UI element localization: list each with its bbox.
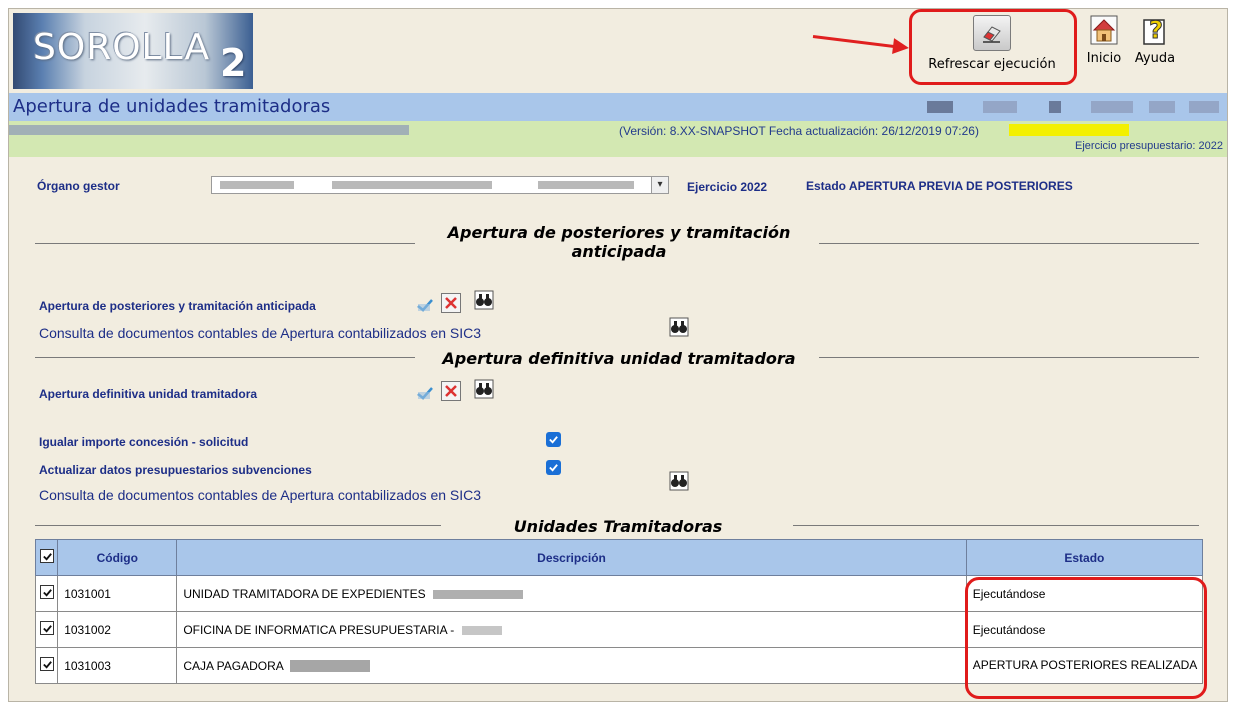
apertura-definitiva-label: Apertura definitiva unidad tramitadora	[39, 387, 258, 401]
divider	[819, 243, 1199, 244]
app-frame: SOROLLA 2 Refrescar ejecución Inicio ? A…	[8, 8, 1228, 702]
version-info: (Versión: 8.XX-SNAPSHOT Fecha actualizac…	[619, 124, 979, 138]
select-all-checkbox[interactable]	[39, 549, 54, 563]
divider	[793, 525, 1199, 526]
divider	[819, 357, 1199, 358]
home-icon	[1089, 15, 1119, 45]
header: SOROLLA 2 Refrescar ejecución Inicio ? A…	[9, 9, 1227, 91]
codigo-cell: 1031001	[57, 575, 178, 612]
actualizar-datos-label: Actualizar datos presupuestarios subvenc…	[39, 463, 312, 477]
codigo-header[interactable]: Código	[57, 539, 178, 576]
section-title-unidades: Unidades Tramitadoras	[513, 517, 723, 536]
unidades-table: Código Descripción Estado 1031001 UNIDAD…	[34, 539, 1204, 684]
redacted-block	[1149, 101, 1175, 113]
refresh-highlight-annotation	[909, 9, 1077, 85]
redacted-breadcrumb	[9, 125, 409, 135]
descripcion-header[interactable]: Descripción	[176, 539, 967, 576]
codigo-cell: 1031003	[57, 647, 178, 684]
binoculars-icon[interactable]	[474, 290, 494, 310]
table-row[interactable]: 1031003 CAJA PAGADORA APERTURA POSTERIOR…	[34, 647, 1204, 684]
divider	[35, 357, 415, 358]
divider	[35, 525, 441, 526]
ayuda-label: Ayuda	[1134, 51, 1176, 66]
inicio-button[interactable]: Inicio	[1079, 15, 1129, 66]
igualar-importe-label: Igualar importe concesión - solicitud	[39, 435, 249, 449]
title-bar: Apertura de unidades tramitadoras	[9, 93, 1227, 121]
estado-header[interactable]: Estado	[965, 539, 1204, 576]
igualar-importe-checkbox[interactable]	[546, 432, 561, 447]
organo-gestor-select[interactable]: ▾	[211, 176, 669, 194]
estado-label: Estado APERTURA PREVIA DE POSTERIORES	[806, 179, 1073, 193]
redacted-block	[1049, 101, 1061, 113]
info-bar: (Versión: 8.XX-SNAPSHOT Fecha actualizac…	[9, 121, 1227, 157]
help-icon: ?	[1140, 15, 1170, 45]
descripcion-cell: CAJA PAGADORA	[176, 647, 967, 684]
redacted-block	[983, 101, 1017, 113]
organo-gestor-label: Órgano gestor	[37, 179, 120, 193]
svg-text:?: ?	[1149, 16, 1163, 44]
ayuda-button[interactable]: ? Ayuda	[1130, 15, 1180, 67]
redacted-value	[538, 181, 634, 189]
annotation-arrow	[812, 35, 899, 49]
execute-icon[interactable]	[415, 295, 435, 315]
redacted-value	[461, 625, 502, 635]
binoculars-icon[interactable]	[669, 471, 689, 491]
row-checkbox[interactable]	[39, 621, 54, 635]
redacted-block	[927, 101, 953, 113]
redacted-block	[1091, 101, 1133, 113]
section-title-apertura-definitiva: Apertura definitiva unidad tramitadora	[442, 349, 796, 368]
row-checkbox[interactable]	[39, 585, 54, 599]
logo-text: SOROLLA	[33, 27, 211, 68]
actualizar-datos-checkbox[interactable]	[546, 460, 561, 475]
apertura-posteriores-label: Apertura de posteriores y tramitación an…	[39, 299, 316, 313]
table-row[interactable]: 1031002 OFICINA DE INFORMATICA PRESUPUES…	[34, 611, 1204, 648]
table-header-row: Código Descripción Estado	[34, 539, 1204, 576]
divider	[35, 243, 415, 244]
chevron-down-icon[interactable]: ▾	[651, 177, 668, 193]
row-checkbox-cell	[34, 575, 59, 612]
ejercicio-presupuestario: Ejercicio presupuestario: 2022	[1075, 140, 1223, 152]
redacted-user	[1009, 124, 1129, 136]
descripcion-cell: OFICINA DE INFORMATICA PRESUPUESTARIA -	[176, 611, 967, 648]
ejercicio-value: 2022	[740, 180, 768, 194]
cancel-icon[interactable]	[441, 293, 461, 313]
estado-cell: Ejecutándose	[965, 611, 1204, 648]
redacted-block	[1189, 101, 1219, 113]
annotation-arrow-head	[892, 38, 910, 56]
ejercicio-label: Ejercicio 2022	[687, 180, 768, 194]
row-checkbox-cell	[34, 611, 59, 648]
descripcion-cell: UNIDAD TRAMITADORA DE EXPEDIENTES	[176, 575, 967, 612]
execute-icon[interactable]	[415, 383, 435, 403]
estado-value: APERTURA PREVIA DE POSTERIORES	[848, 179, 1073, 193]
row-checkbox-cell	[34, 647, 59, 684]
redacted-value	[290, 660, 371, 673]
estado-cell: APERTURA POSTERIORES REALIZADA	[965, 647, 1204, 684]
cancel-icon[interactable]	[441, 381, 461, 401]
section-title-apertura-posteriores: Apertura de posteriores y tramitación an…	[447, 223, 791, 261]
logo-sub: 2	[220, 41, 247, 85]
estado-cell: Ejecutándose	[965, 575, 1204, 612]
redacted-value	[432, 589, 523, 599]
sorolla-logo: SOROLLA 2	[13, 13, 253, 89]
row-checkbox[interactable]	[39, 657, 54, 671]
consulta-sic3-label-2: Consulta de documentos contables de Aper…	[39, 487, 482, 503]
redacted-value	[332, 181, 492, 189]
table-row[interactable]: 1031001 UNIDAD TRAMITADORA DE EXPEDIENTE…	[34, 575, 1204, 612]
page-title: Apertura de unidades tramitadoras	[13, 96, 331, 117]
select-all-cell	[34, 539, 59, 576]
consulta-sic3-label-1: Consulta de documentos contables de Aper…	[39, 325, 482, 341]
binoculars-icon[interactable]	[474, 379, 494, 399]
binoculars-icon[interactable]	[669, 317, 689, 337]
redacted-value	[220, 181, 294, 189]
inicio-label: Inicio	[1086, 51, 1122, 66]
codigo-cell: 1031002	[57, 611, 178, 648]
